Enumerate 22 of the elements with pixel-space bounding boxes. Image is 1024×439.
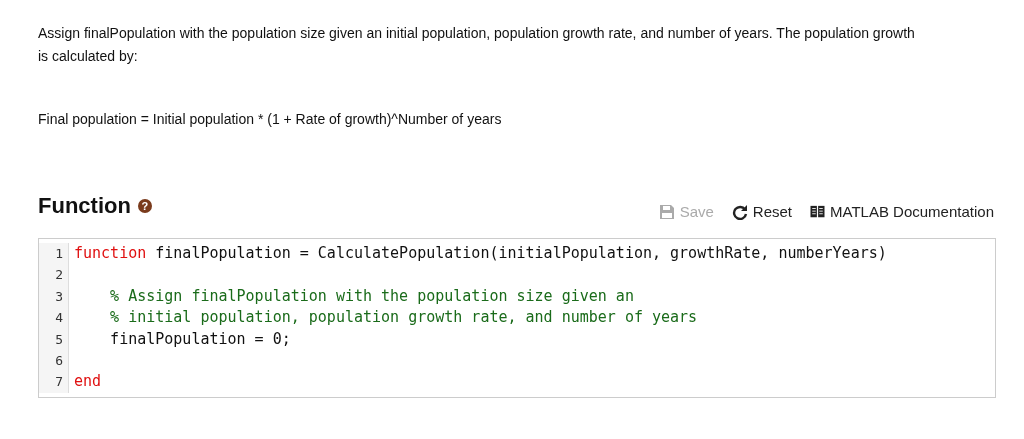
code-line: end [73, 371, 102, 393]
line-number: 4 [39, 307, 69, 329]
formula-text: Final population = Initial population * (1 + Rate of growth)^Number of years [38, 110, 503, 129]
line-number: 7 [39, 371, 69, 393]
code-line: finalPopulation = 0; [109, 328, 291, 350]
section-title: Function [38, 192, 131, 219]
code-line: function finalPopulation = CalculatePopulation(initialPopulation, growthRate, numberYears) [73, 243, 887, 264]
reset-button[interactable]: Reset [731, 201, 793, 222]
line-number: 2 [39, 264, 69, 286]
code-editor[interactable] [38, 238, 996, 398]
line-number: 1 [39, 243, 69, 265]
book-icon [810, 204, 826, 219]
code-line: % Assign finalPopulation with the population size given an [109, 285, 634, 307]
help-icon[interactable]: ? [137, 198, 152, 213]
save-icon [658, 203, 675, 220]
line-number: 3 [39, 285, 69, 308]
docs-button[interactable]: MATLAB Documentation [810, 201, 994, 222]
code-line: % initial population, population growth rate, and number of years [109, 307, 698, 329]
description-text: Assign finalPopulation with the population size given an initial population, population growth rate, and number of years. The population growth is calculated by: [38, 24, 916, 66]
line-number: 6 [39, 349, 69, 372]
reload-icon [731, 203, 748, 220]
line-number: 5 [39, 328, 69, 350]
